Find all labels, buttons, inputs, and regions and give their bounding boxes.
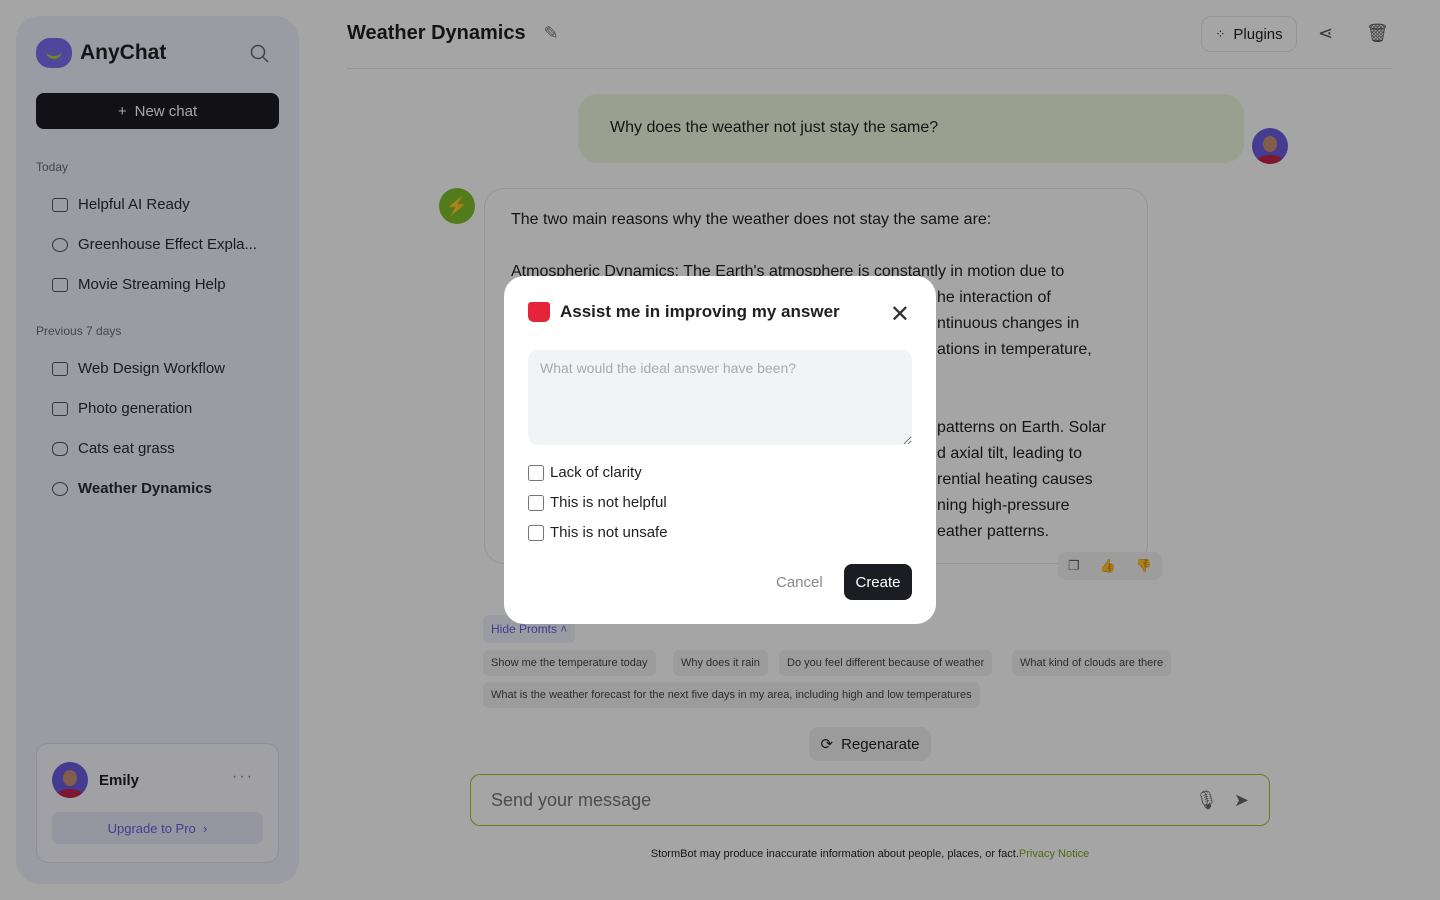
option-not-helpful[interactable]: This is not helpful: [528, 494, 667, 511]
option-lack-of-clarity[interactable]: Lack of clarity: [528, 464, 642, 481]
feedback-modal: Assist me in improving my answer ✕ Lack …: [504, 276, 936, 624]
modal-title: Assist me in improving my answer: [528, 302, 840, 322]
option-label: This is not helpful: [550, 494, 667, 511]
ideal-answer-input[interactable]: [528, 350, 912, 445]
checkbox[interactable]: [528, 464, 544, 481]
modal-title-text: Assist me in improving my answer: [560, 302, 840, 321]
cancel-button[interactable]: Cancel: [768, 564, 831, 600]
checkbox[interactable]: [528, 494, 544, 511]
option-label: This is not unsafe: [550, 524, 668, 541]
checkbox[interactable]: [528, 524, 544, 541]
thumbs-down-icon: [528, 302, 550, 322]
option-label: Lack of clarity: [550, 464, 642, 481]
option-not-unsafe[interactable]: This is not unsafe: [528, 524, 668, 541]
close-icon[interactable]: ✕: [890, 300, 910, 329]
create-button[interactable]: Create: [844, 564, 912, 600]
